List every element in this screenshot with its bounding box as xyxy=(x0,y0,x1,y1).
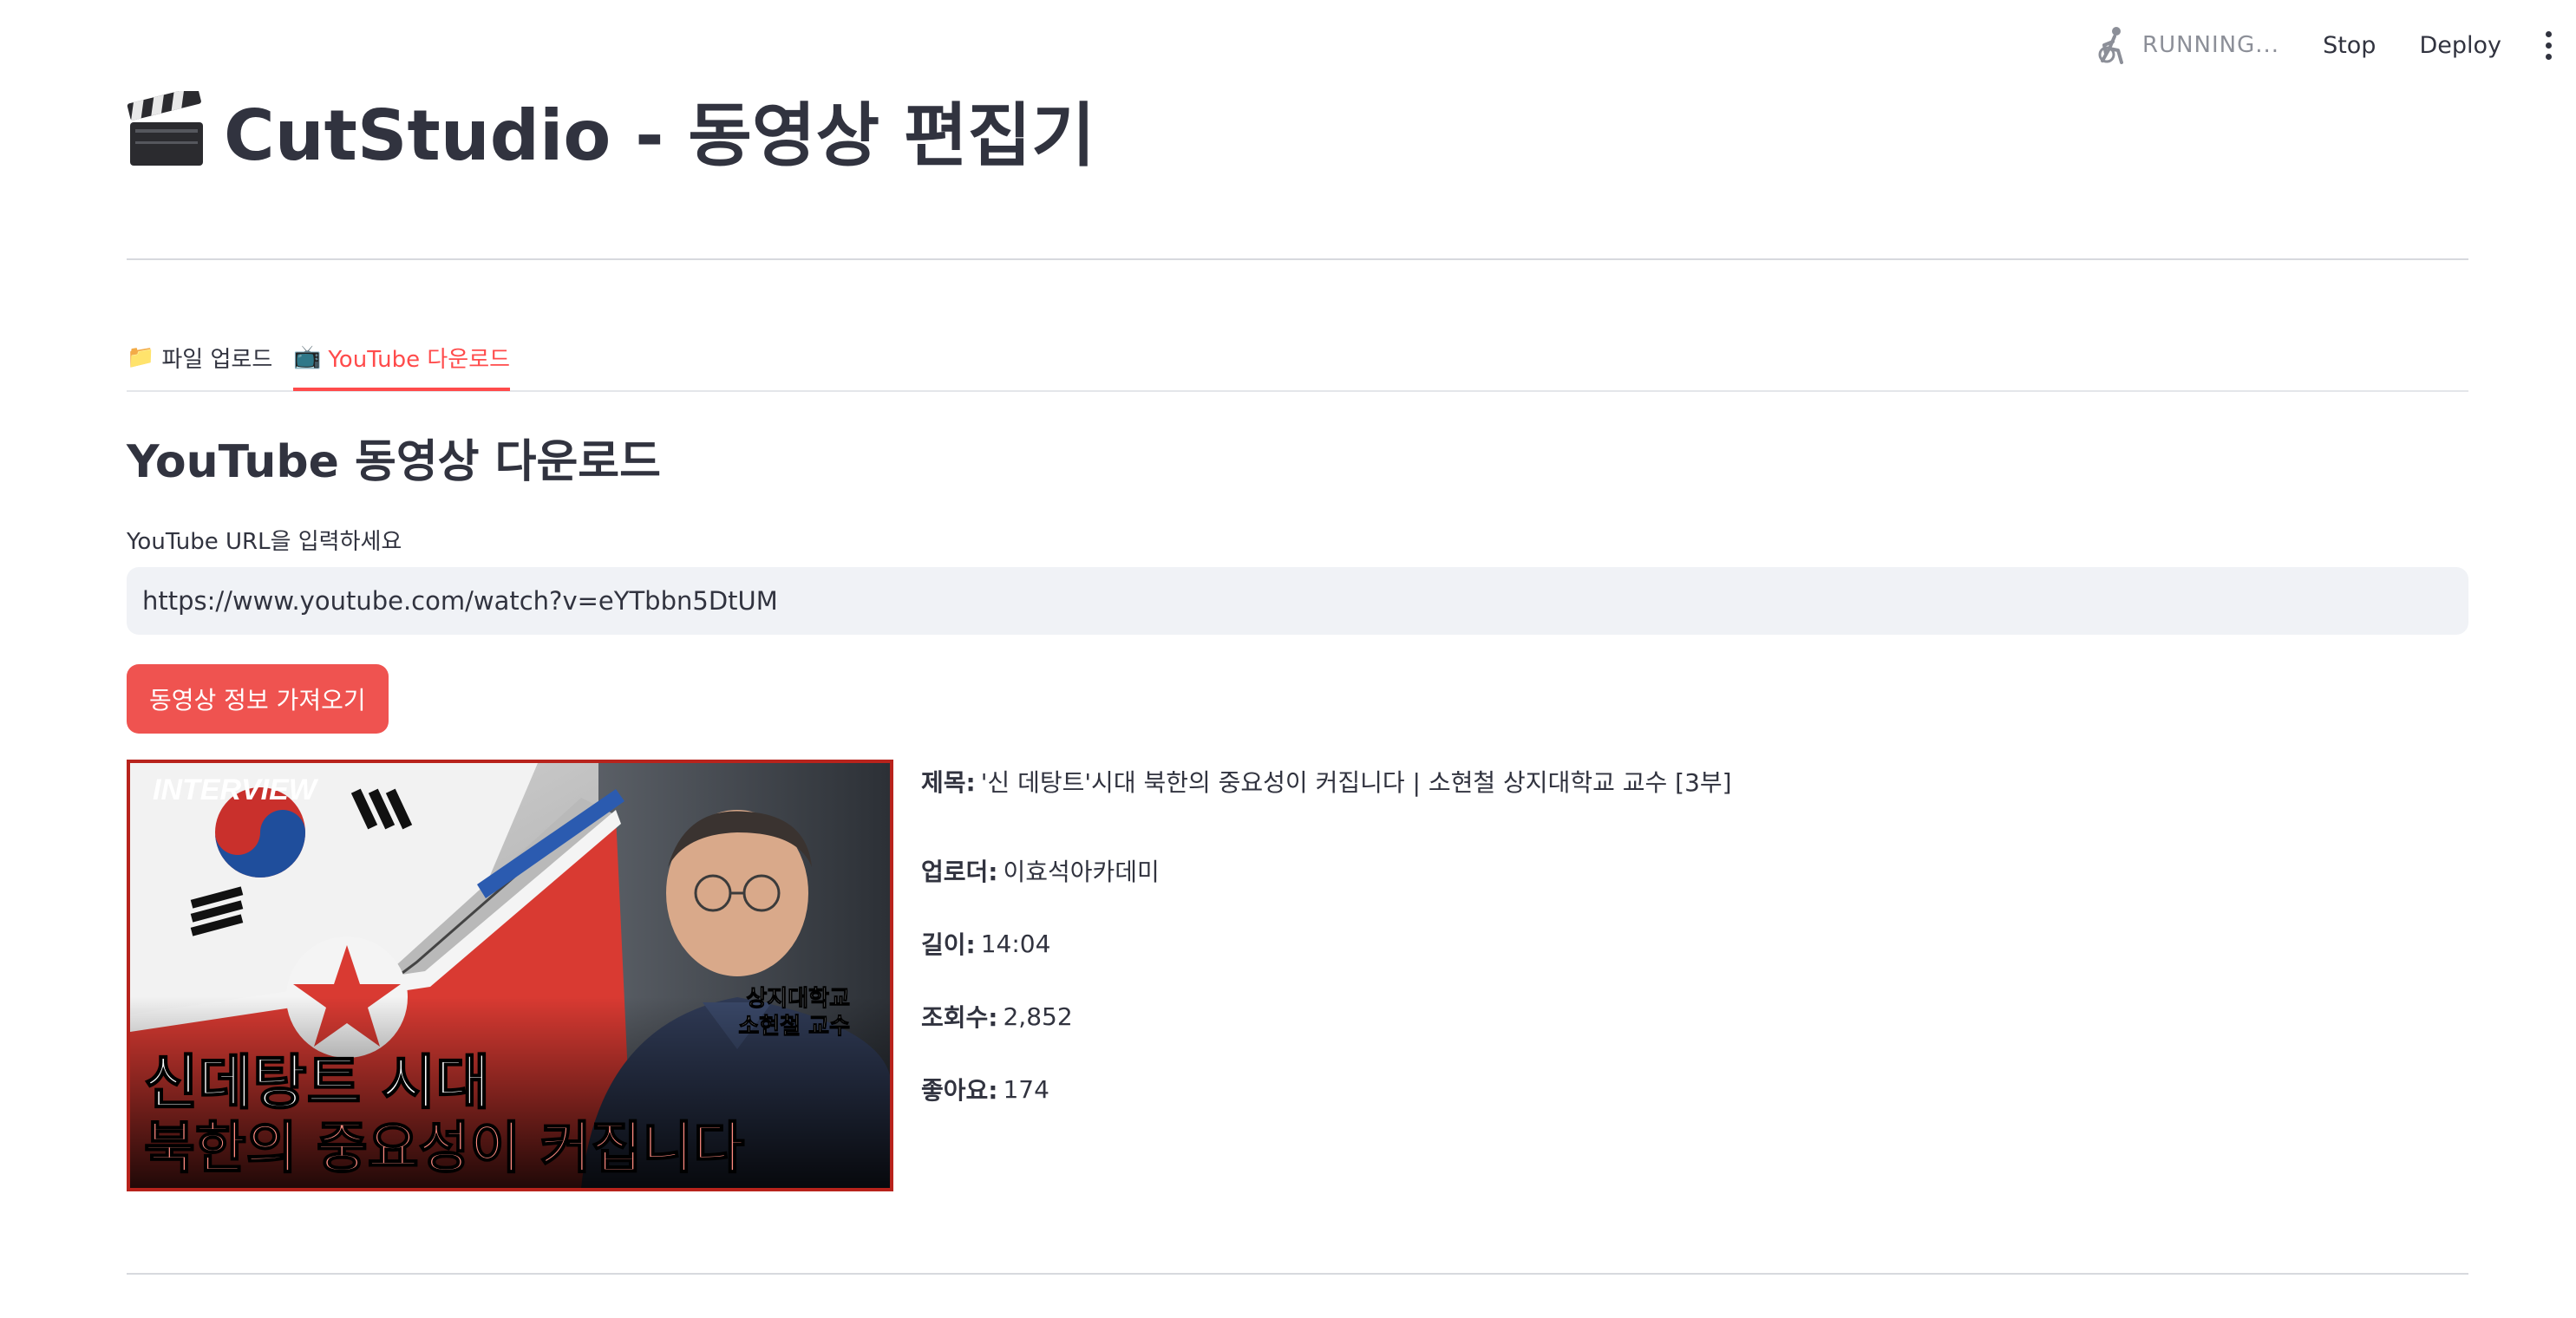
clapperboard-icon xyxy=(127,87,206,169)
tab-file-upload-label: 파일 업로드 xyxy=(161,346,273,373)
page-title-text: CutStudio - 동영상 편집기 xyxy=(224,95,1095,176)
video-title-value: '신 데탕트'시대 북한의 중요성이 커집니다 | 소현철 상지대학교 교수 [… xyxy=(980,768,1732,797)
tab-youtube-download-label: YouTube 다운로드 xyxy=(328,346,511,373)
video-uploader-row: 업로더: 이효석아카데미 xyxy=(921,834,2396,907)
tab-bar: 📁 파일 업로드 📺 YouTube 다운로드 xyxy=(127,326,2468,392)
video-likes-value: 174 xyxy=(1003,1074,1049,1104)
video-length-value: 14:04 xyxy=(980,929,1051,958)
video-views-value: 2,852 xyxy=(1003,1002,1073,1031)
tab-file-upload[interactable]: 📁 파일 업로드 xyxy=(127,326,272,388)
thumbnail-badge: INTERVIEW xyxy=(153,773,319,806)
video-uploader-key: 업로더: xyxy=(921,858,998,886)
kebab-menu-icon[interactable] xyxy=(2538,26,2559,64)
thumbnail-guest-name: 소현철 교수 xyxy=(738,1014,850,1040)
youtube-url-input[interactable] xyxy=(127,567,2468,635)
tv-icon: 📺 xyxy=(293,344,322,370)
video-length-row: 길이: 14:04 xyxy=(921,907,2396,980)
section-divider xyxy=(127,1273,2468,1275)
video-likes-key: 좋아요: xyxy=(921,1076,998,1105)
thumbnail-headline-line2: 북한의 중요성이 커집니다 xyxy=(144,1117,744,1181)
video-likes-row: 좋아요: 174 xyxy=(921,1053,2396,1126)
running-figure-icon xyxy=(2094,26,2132,64)
video-info: 제목: '신 데탕트'시대 북한의 중요성이 커집니다 | 소현철 상지대학교 … xyxy=(921,761,2396,1126)
video-thumbnail: INTERVIEW 상지대학교 소현철 교수 신데탕트 시대 북한의 중요성이 … xyxy=(127,760,893,1191)
fetch-video-info-button[interactable]: 동영상 정보 가져오기 xyxy=(127,664,389,734)
folder-icon: 📁 xyxy=(127,344,155,370)
video-views-row: 조회수: 2,852 xyxy=(921,980,2396,1053)
section-title: YouTube 동영상 다운로드 xyxy=(127,436,661,488)
tab-youtube-download[interactable]: 📺 YouTube 다운로드 xyxy=(293,326,511,391)
thumbnail-headline-line1: 신데탕트 시대 xyxy=(144,1049,490,1118)
video-uploader-value: 이효석아카데미 xyxy=(1003,858,1160,886)
video-title-key: 제목: xyxy=(921,768,976,797)
thumbnail-guest-affiliation: 상지대학교 xyxy=(746,986,850,1012)
video-views-key: 조회수: xyxy=(921,1003,998,1032)
running-status: RUNNING... xyxy=(2142,32,2280,58)
header-divider xyxy=(127,258,2468,260)
app-toolbar: RUNNING... Stop Deploy xyxy=(2094,23,2559,68)
stop-button[interactable]: Stop xyxy=(2316,27,2383,64)
page-title: CutStudio - 동영상 편집기 xyxy=(127,80,1095,180)
url-field-label: YouTube URL을 입력하세요 xyxy=(127,529,402,555)
deploy-button[interactable]: Deploy xyxy=(2412,27,2508,64)
video-length-key: 길이: xyxy=(921,930,976,959)
video-title-row: 제목: '신 데탕트'시대 북한의 중요성이 커집니다 | 소현철 상지대학교 … xyxy=(921,761,2396,801)
